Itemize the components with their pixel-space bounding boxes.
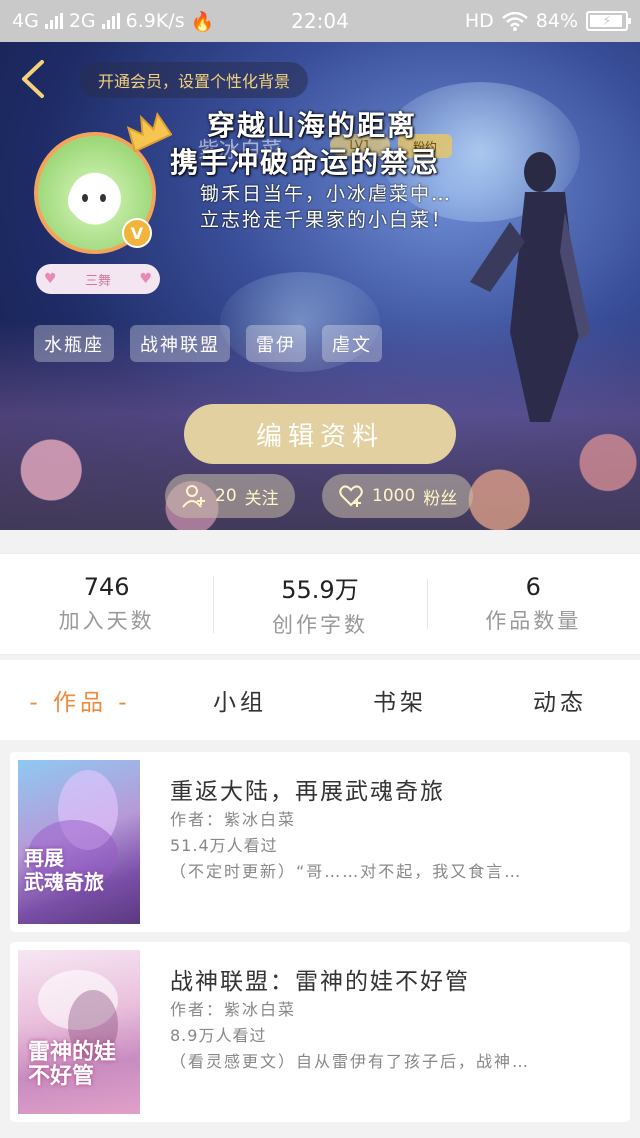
background-figure (470, 152, 590, 422)
tab-groups[interactable]: 小组 (160, 683, 320, 717)
fans-label: 粉丝 (423, 488, 458, 509)
add-user-icon (182, 485, 205, 508)
stat-value: 746 (83, 573, 130, 601)
wifi-icon (501, 11, 528, 31)
following-button[interactable]: 20 关注 (165, 474, 295, 518)
fans-count: 1000 (372, 486, 416, 506)
heart-plus-icon (339, 485, 363, 507)
book-author: 作者：紫冰白菜 (170, 1000, 297, 1019)
network-label-1: 4G (12, 10, 39, 32)
tag-item[interactable]: 虐文 (322, 325, 382, 362)
stat-label: 作品数量 (485, 609, 582, 633)
edit-profile-button[interactable]: 编辑资料 (184, 404, 456, 464)
crown-icon (126, 112, 172, 152)
avatar-face (68, 180, 120, 220)
stat-value: 55.9万 (281, 575, 359, 604)
tag-list: 水瓶座 战神联盟 雷伊 虐文 (34, 325, 382, 362)
level-badge: ♥ 三舞 ♥ (36, 264, 160, 294)
tag-item[interactable]: 雷伊 (246, 325, 306, 362)
signature-line-3: 锄禾日当午，小冰虐菜中… (200, 183, 453, 205)
stat-label: 创作字数 (271, 612, 368, 637)
battery-icon: ⚡ (586, 11, 631, 31)
stats-bar: 746 加入天数 55.9万 创作字数 6 作品数量 (0, 553, 640, 655)
book-cover: 雷神的娃 不好管 (18, 950, 140, 1114)
signature-line-2: 携手冲破命运的禁忌 (170, 146, 441, 179)
tag-item[interactable]: 战神联盟 (130, 325, 230, 362)
book-cover-title: 雷神的娃 不好管 (28, 1039, 117, 1089)
network-speed: 6.9K/s (125, 10, 185, 32)
stat-works-count: 6 作品数量 (426, 573, 640, 635)
book-description: （看灵感更文）自从雷伊有了孩子后，战神… (170, 1052, 531, 1071)
tag-item[interactable]: 水瓶座 (34, 325, 114, 362)
works-list: 再展 武魂奇旅 重返大陆，再展武魂奇旅 作者：紫冰白菜 51.4万人看过 （不定时… (0, 742, 640, 1138)
tab-activity[interactable]: 动态 (480, 683, 640, 717)
book-author: 作者：紫冰白菜 (170, 810, 297, 829)
heart-icon-2: ♥ (139, 271, 152, 287)
book-title: 重返大陆，再展武魂奇旅 (170, 779, 445, 805)
tab-bookshelf[interactable]: 书架 (320, 683, 480, 717)
book-cover-title: 再展 武魂奇旅 (24, 846, 104, 894)
status-left: 4G 2G 6.9K/s 🔥 (12, 10, 242, 33)
flame-icon: 🔥 (190, 10, 215, 33)
heart-icon: ♥ (44, 271, 57, 287)
following-count: 20 (215, 486, 237, 506)
signal-icon-2 (101, 13, 120, 29)
hd-label: HD (464, 10, 494, 32)
vip-background-prompt[interactable]: 开通会员，设置个性化背景 (80, 62, 309, 98)
profile-header: 开通会员，设置个性化背景 紫冰白菜 LV1 粉约 V ♥ 三舞 ♥ 穿越山海的距… (0, 42, 640, 530)
stat-label: 加入天数 (58, 609, 155, 633)
level-badge-label: 三舞 (84, 273, 111, 289)
network-label-2: 2G (68, 10, 96, 32)
book-cover: 再展 武魂奇旅 (18, 760, 140, 924)
tab-works[interactable]: - 作品 - (0, 683, 160, 717)
book-title: 战神联盟：雷神的娃不好管 (170, 969, 470, 995)
signature-line-4: 立志抢走千果家的小白菜！ (200, 209, 453, 231)
battery-percent: 84% (535, 10, 578, 32)
profile-tabs: - 作品 - 小组 书架 动态 (0, 660, 640, 740)
signature-line-1: 穿越山海的距离 (207, 109, 418, 142)
signal-icon (44, 13, 63, 29)
book-card[interactable]: 再展 武魂奇旅 重返大陆，再展武魂奇旅 作者：紫冰白菜 51.4万人看过 （不定时… (10, 752, 630, 932)
book-card[interactable]: 雷神的娃 不好管 战神联盟：雷神的娃不好管 作者：紫冰白菜 8.9万人看过 （看灵… (10, 942, 630, 1122)
book-description: （不定时更新）“哥……对不起，我又食言… (170, 862, 523, 881)
stat-word-count: 55.9万 创作字数 (213, 570, 426, 639)
profile-page: 4G 2G 6.9K/s 🔥 22:04 HD 84% ⚡ 开通会员，设置个性化… (0, 0, 640, 1138)
vip-v-badge: V (122, 218, 152, 248)
clock: 22:04 (291, 9, 349, 33)
stat-value: 6 (525, 573, 541, 601)
status-right: HD 84% ⚡ (398, 10, 631, 32)
status-bar: 4G 2G 6.9K/s 🔥 22:04 HD 84% ⚡ (0, 0, 640, 42)
stat-join-days: 746 加入天数 (0, 573, 213, 635)
book-views: 51.4万人看过 (170, 836, 278, 855)
book-views: 8.9万人看过 (170, 1026, 267, 1045)
back-arrow-icon[interactable] (16, 58, 50, 100)
fans-button[interactable]: 1000 粉丝 (322, 474, 474, 518)
following-label: 关注 (244, 488, 279, 509)
